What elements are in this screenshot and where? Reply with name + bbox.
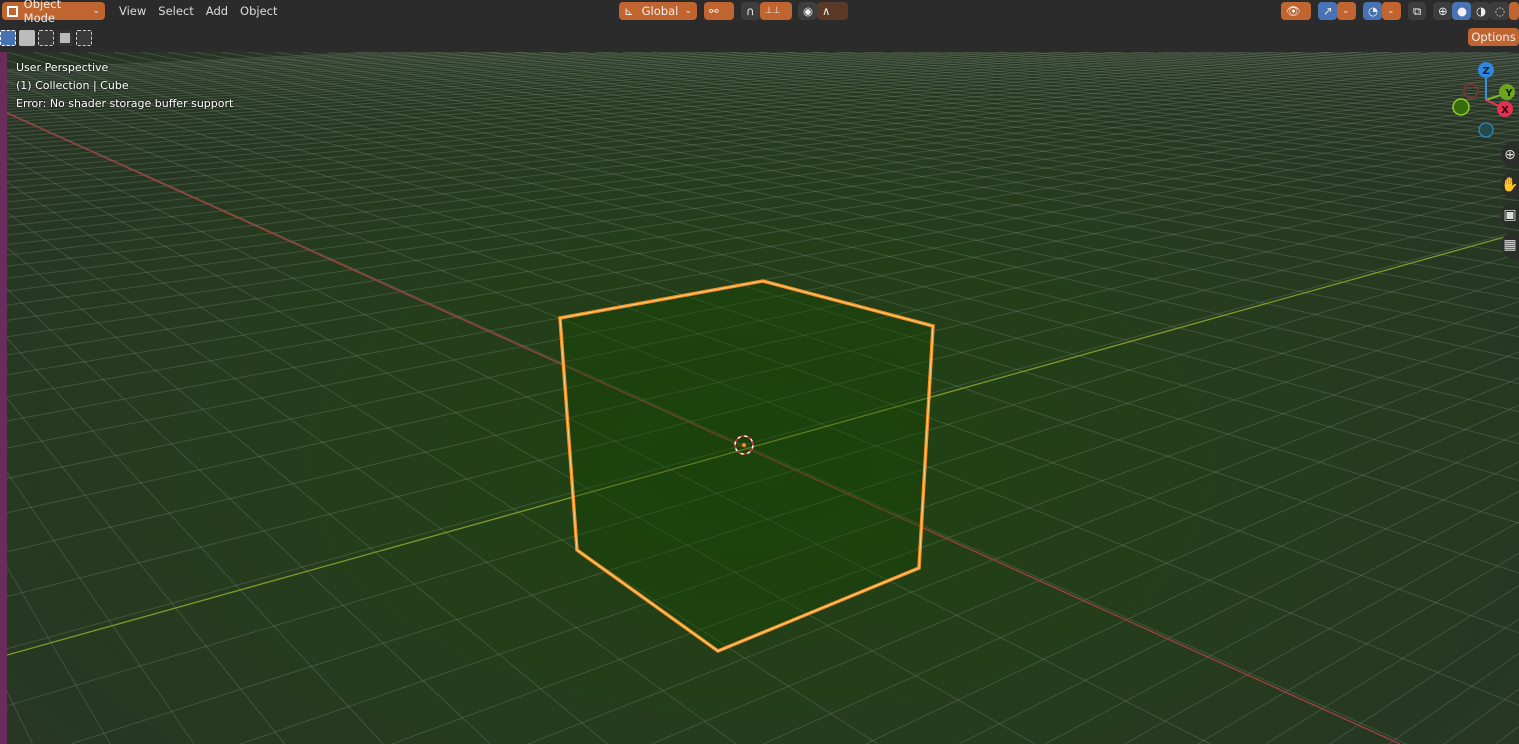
shading-solid[interactable]: ●: [1452, 2, 1471, 20]
select-set-icon[interactable]: [0, 30, 16, 46]
axes-icon: ⊾: [624, 4, 634, 18]
xray-icon: ⧉: [1413, 3, 1422, 18]
grid-line: [0, 389, 286, 744]
mode-dropdown[interactable]: Object Mode ⌄: [2, 0, 105, 25]
orientation-label: Global: [641, 4, 679, 18]
navigation-gizmo[interactable]: Z Y X: [1445, 55, 1519, 145]
solid-sphere-icon: ●: [1457, 4, 1468, 18]
chevron-down-icon: ⌄: [684, 6, 692, 16]
pivot-icon: ⚯: [709, 4, 719, 18]
shading-dropdown[interactable]: [1509, 2, 1519, 20]
magnet-icon: ∩: [746, 4, 755, 18]
grid-line: [0, 554, 111, 744]
grid-line: [0, 462, 195, 744]
shading-wireframe[interactable]: ⊕: [1433, 2, 1452, 20]
menu-select[interactable]: Select: [152, 2, 199, 20]
snap-increment-icon: ⊥⊥: [765, 6, 781, 16]
neg-z-handle: [1478, 122, 1494, 138]
neg-x-handle: [1463, 83, 1479, 99]
left-edge-strip: [0, 52, 7, 744]
chevron-down-icon: ⌄: [92, 6, 100, 16]
select-extend-icon[interactable]: [19, 30, 35, 46]
scene: [0, 52, 1519, 744]
chevron-down-icon: ⌄: [1387, 6, 1395, 16]
3d-viewport[interactable]: [0, 52, 1519, 744]
x-label: X: [1501, 105, 1509, 116]
view-name: User Perspective: [16, 61, 109, 74]
gizmo-icon: ↗: [1323, 4, 1333, 18]
gizmo-toggle[interactable]: ↗: [1318, 2, 1337, 20]
eye-icon: 👁: [1286, 4, 1301, 18]
pivot-dropdown[interactable]: ⚯: [704, 2, 734, 20]
viewport-header: Object Mode ⌄ View Select Add Object ⊾ G…: [0, 0, 1519, 25]
falloff-dropdown[interactable]: ∧: [817, 2, 848, 20]
select-intersect-icon[interactable]: [76, 30, 92, 46]
active-object-info: (1) Collection | Cube: [16, 79, 129, 92]
overlays-dropdown[interactable]: ⌄: [1382, 2, 1401, 20]
orientation-dropdown[interactable]: ⊾ Global ⌄: [619, 2, 697, 20]
falloff-curve-icon: ∧: [822, 4, 831, 18]
grid-line: [0, 281, 491, 744]
select-invert-icon[interactable]: [57, 30, 73, 46]
shading-material[interactable]: ◑: [1471, 2, 1490, 20]
menu-add[interactable]: Add: [200, 2, 234, 20]
menu-view[interactable]: View: [113, 2, 152, 20]
overlays-toggle[interactable]: ◔: [1363, 2, 1382, 20]
options-button[interactable]: Options: [1468, 28, 1519, 46]
grid-line: [1044, 490, 1519, 744]
chevron-down-icon: ⌄: [1342, 6, 1350, 16]
viewport-text-overlay: User Perspective (1) Collection | Cube E…: [16, 59, 233, 113]
grid-line: [1495, 725, 1519, 744]
cube-outline: [558, 279, 935, 653]
shading-rendered[interactable]: ◌: [1490, 2, 1509, 20]
y-label: Y: [1504, 88, 1513, 99]
select-subtract-icon[interactable]: [38, 30, 54, 46]
grid-line: [1265, 585, 1519, 744]
tool-settings-row: Options: [0, 22, 1519, 52]
snap-dropdown[interactable]: ⊥⊥: [760, 2, 792, 20]
neg-y-handle: [1452, 98, 1470, 116]
menu-object[interactable]: Object: [234, 2, 283, 20]
proportional-icon: ◉: [803, 4, 814, 18]
rendered-sphere-icon: ◌: [1495, 4, 1506, 18]
grid-line: [0, 330, 384, 744]
grid-line: [1197, 552, 1519, 744]
xray-toggle[interactable]: ⧉: [1408, 2, 1426, 20]
visibility-dropdown[interactable]: 👁: [1281, 2, 1311, 20]
grid-line: [1388, 653, 1519, 744]
snap-toggle[interactable]: ∩: [741, 2, 760, 20]
overlays-icon: ◔: [1368, 4, 1379, 18]
z-label: Z: [1482, 66, 1489, 77]
error-message: Error: No shader storage buffer support: [16, 97, 234, 110]
gizmo-dropdown[interactable]: ⌄: [1337, 2, 1356, 20]
wireframe-sphere-icon: ⊕: [1438, 4, 1448, 18]
proportional-edit-toggle[interactable]: ◉: [798, 2, 817, 20]
material-sphere-icon: ◑: [1476, 4, 1487, 18]
object-mode-icon: [7, 5, 18, 17]
grid-line: [865, 432, 1519, 744]
